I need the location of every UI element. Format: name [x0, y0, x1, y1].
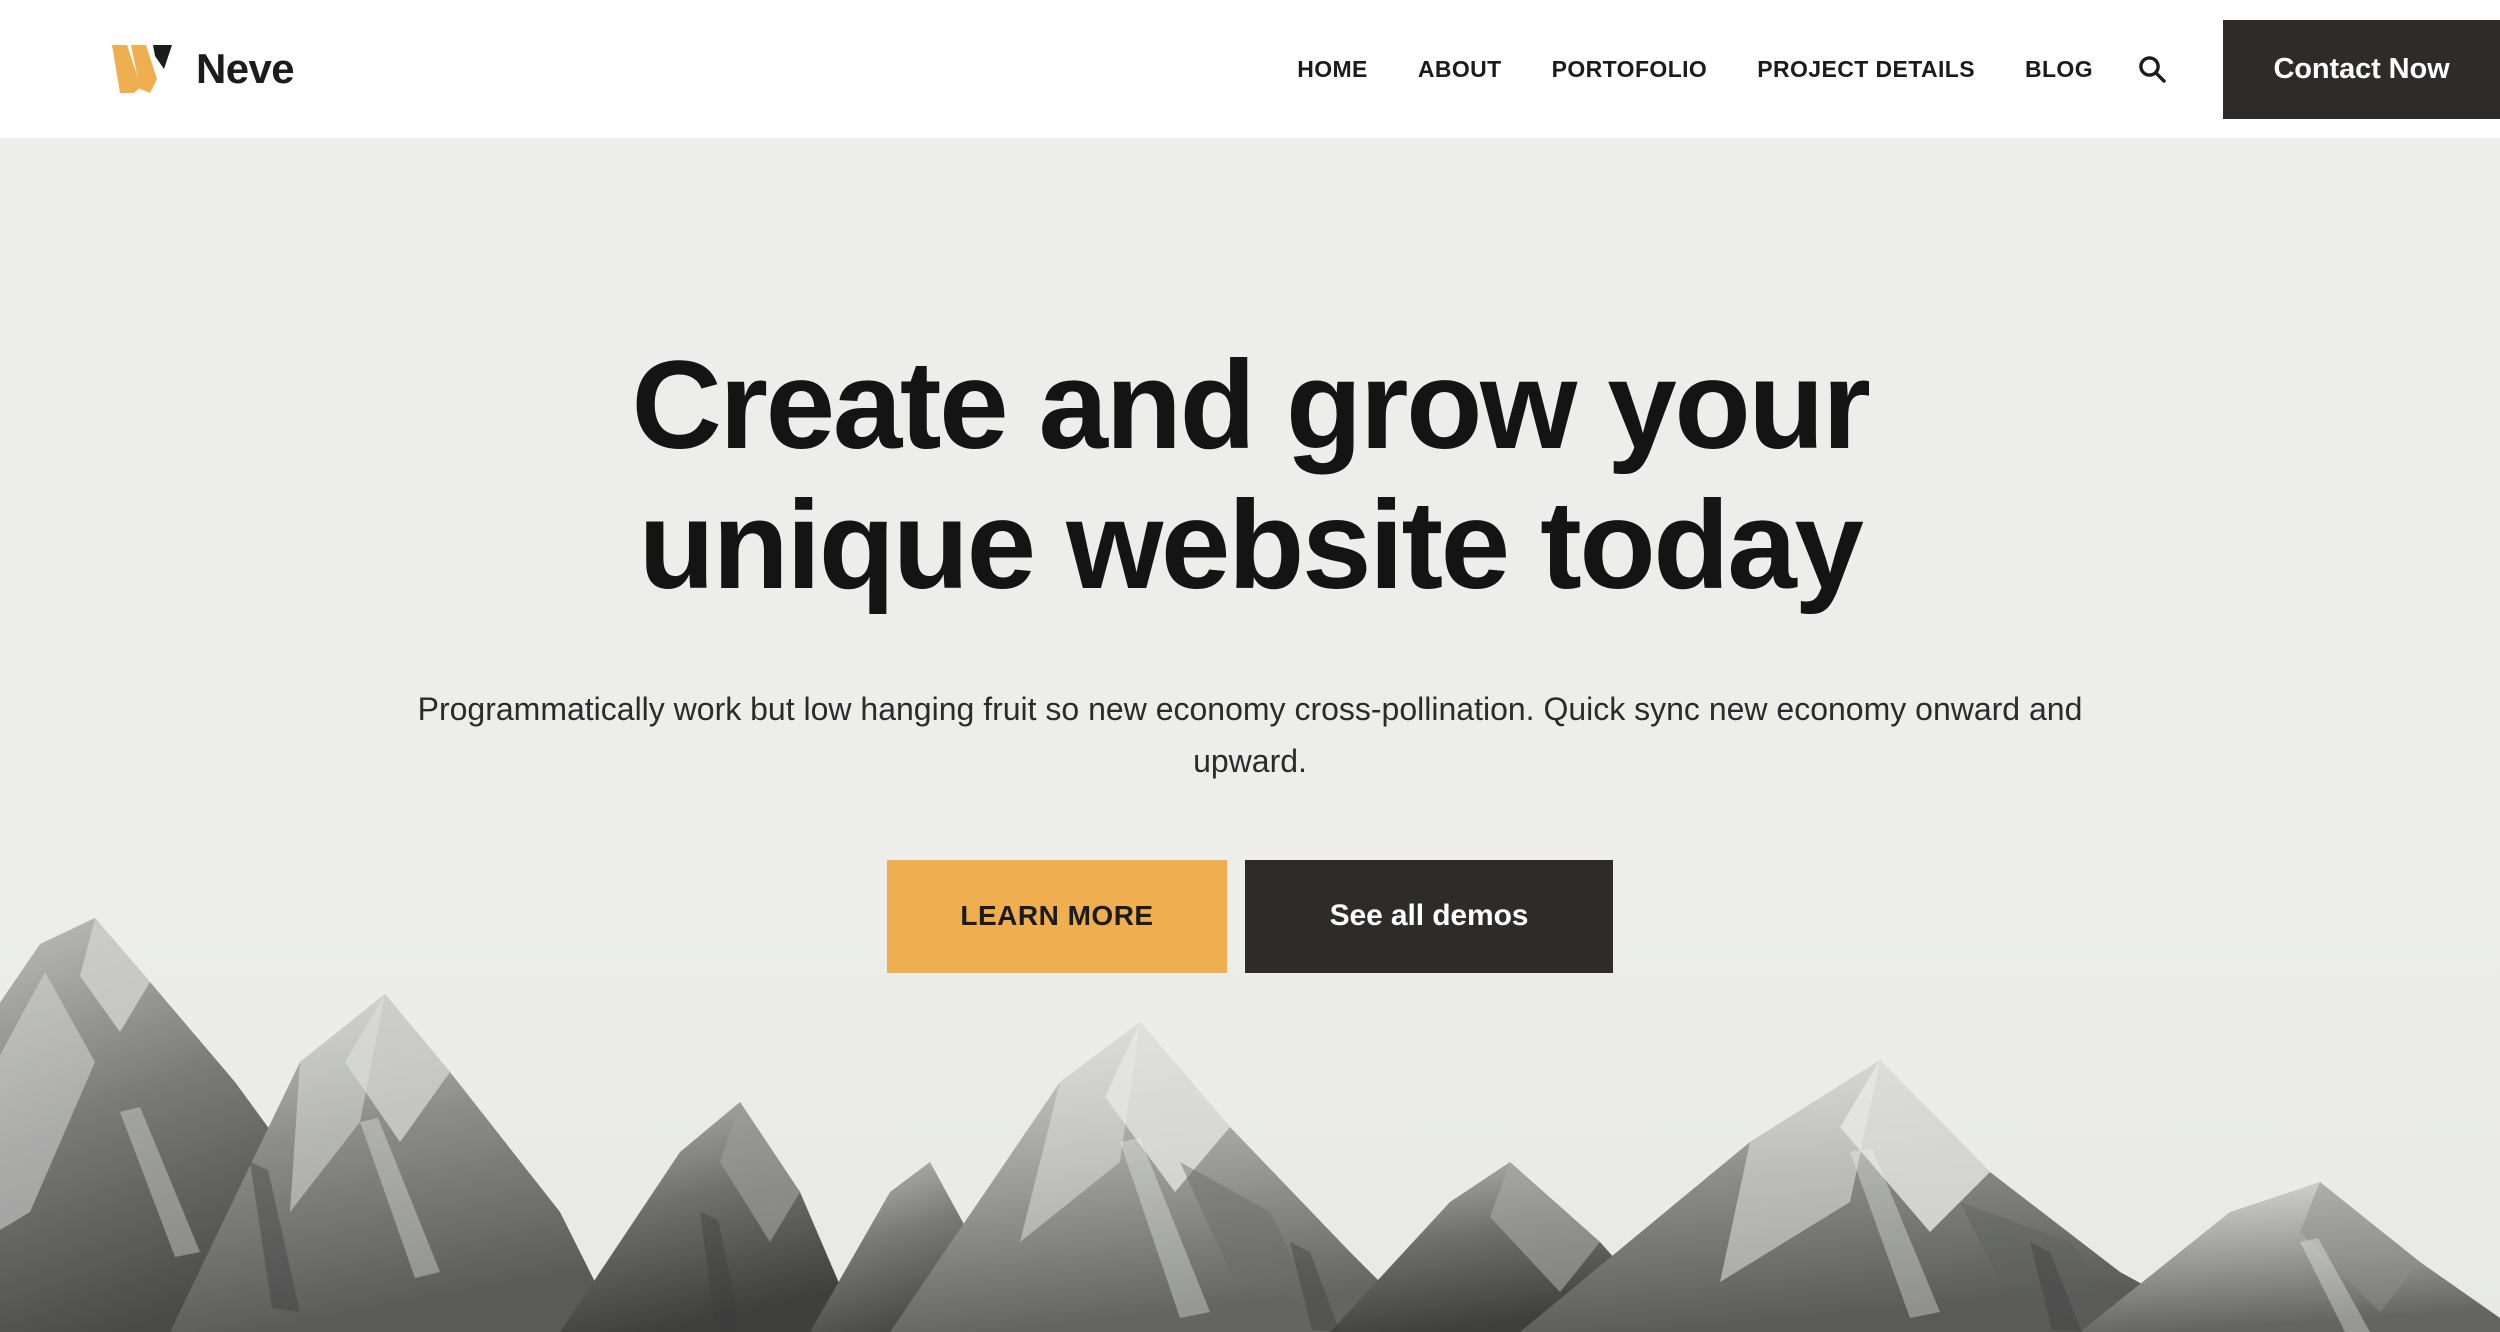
nav-item-about[interactable]: ABOUT [1393, 56, 1527, 83]
primary-nav: HOME ABOUT PORTOFOLIO PROJECT DETAILS BL… [1297, 45, 2176, 93]
hero-subtitle: Programmatically work but low hanging fr… [417, 691, 2083, 779]
brand-logo-link[interactable]: Neve [112, 45, 295, 93]
nav-item-project-details[interactable]: PROJECT DETAILS [1732, 56, 2000, 83]
hero-title: Create and grow your unique website toda… [390, 336, 2110, 616]
hero-cta-group: LEARN MORE See all demos [0, 859, 2500, 973]
page-root: Neve HOME ABOUT PORTOFOLIO PROJECT DETAI… [0, 0, 2500, 1332]
brand-name: Neve [196, 45, 295, 92]
nav-item-home[interactable]: HOME [1297, 56, 1393, 83]
site-header: Neve HOME ABOUT PORTOFOLIO PROJECT DETAI… [0, 0, 2500, 138]
hero-section: Create and grow your unique website toda… [0, 138, 2500, 1332]
see-all-demos-button[interactable]: See all demos [1245, 859, 1613, 973]
hero-title-line-2: unique website today [638, 476, 1864, 615]
contact-now-button[interactable]: Contact Now [2223, 20, 2500, 119]
neve-w-logo-icon [112, 45, 172, 93]
search-icon [2139, 56, 2166, 83]
hero-content: Create and grow your unique website toda… [0, 138, 2500, 973]
learn-more-button[interactable]: LEARN MORE [887, 859, 1227, 973]
nav-item-portofolio[interactable]: PORTOFOLIO [1527, 56, 1733, 83]
hero-title-line-1: Create and grow your [631, 336, 1871, 475]
hero-background-image [0, 912, 2500, 1332]
search-button[interactable] [2128, 45, 2176, 93]
nav-item-blog[interactable]: BLOG [2000, 56, 2118, 83]
